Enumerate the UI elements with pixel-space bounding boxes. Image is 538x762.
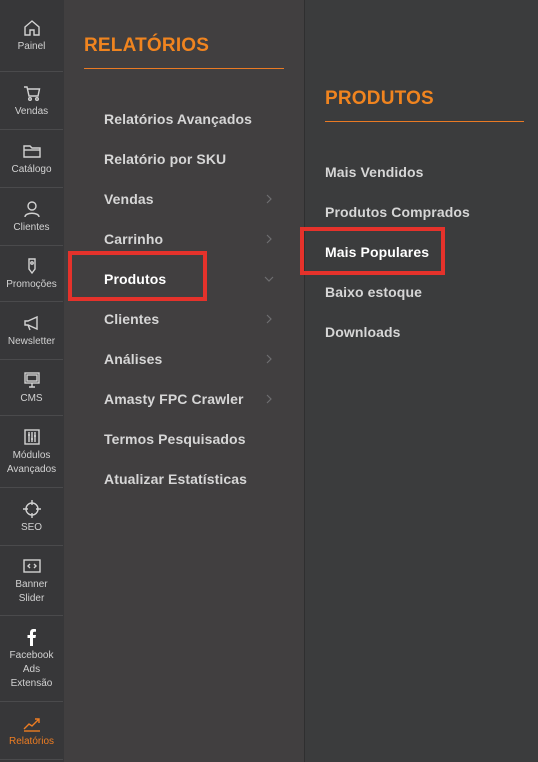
megaphone-icon bbox=[23, 315, 38, 330]
monitor-icon bbox=[23, 371, 40, 388]
rail-item-label: Catálogo bbox=[11, 163, 52, 175]
rail-item-label: Facebook Ads Extensão bbox=[9, 649, 54, 689]
rail-item-newsletter[interactable]: Newsletter bbox=[0, 302, 63, 360]
menu-item-baixo-estoque[interactable]: Baixo estoque bbox=[325, 284, 422, 300]
menu-item-atualizar-estatisticas[interactable]: Atualizar Estatísticas bbox=[104, 471, 247, 487]
rail-item-cms[interactable]: CMS bbox=[0, 360, 63, 416]
menu-item-amasty-fpc-crawler[interactable]: Amasty FPC Crawler bbox=[104, 391, 244, 407]
title-divider bbox=[325, 121, 524, 122]
rail-item-label: SEO bbox=[20, 521, 43, 533]
rail-item-label: Módulos Avançados bbox=[6, 449, 57, 475]
icon-rail: Painel Vendas Catálogo Clientes Promoçõe… bbox=[0, 0, 64, 762]
menu-item-downloads[interactable]: Downloads bbox=[325, 324, 401, 340]
rail-item-label: Newsletter bbox=[7, 335, 56, 347]
rail-item-label: Vendas bbox=[14, 105, 49, 117]
rail-item-label: Promoções bbox=[6, 278, 57, 290]
rail-item-facebook-ads[interactable]: Facebook Ads Extensão bbox=[0, 616, 63, 702]
rail-item-catalogo[interactable]: Catálogo bbox=[0, 130, 63, 188]
tag-icon bbox=[27, 257, 36, 274]
rail-item-painel[interactable]: Painel bbox=[0, 0, 63, 72]
rail-item-label: Banner Slider bbox=[15, 578, 48, 604]
code-icon bbox=[22, 558, 41, 573]
rail-item-label: CMS bbox=[20, 392, 43, 404]
reports-submenu-panel: RELATÓRIOS Relatórios Avançados Relatóri… bbox=[64, 0, 304, 762]
produtos-highlight-box bbox=[68, 251, 207, 301]
chevron-down-icon bbox=[264, 276, 274, 282]
rail-item-seo[interactable]: SEO bbox=[0, 488, 63, 546]
rail-item-banner-slider[interactable]: Banner Slider bbox=[0, 546, 63, 616]
mais-populares-highlight-box bbox=[300, 227, 445, 275]
rail-item-label: Painel bbox=[17, 40, 46, 52]
panel-title: PRODUTOS bbox=[325, 88, 434, 109]
target-icon bbox=[22, 499, 41, 518]
panel-title: RELATÓRIOS bbox=[84, 35, 210, 56]
chevron-right-icon bbox=[266, 314, 272, 324]
rail-item-clientes[interactable]: Clientes bbox=[0, 188, 63, 246]
products-submenu-panel: PRODUTOS Mais Vendidos Produtos Comprado… bbox=[305, 0, 538, 762]
chevron-right-icon bbox=[266, 234, 272, 244]
menu-item-relatorios-avancados[interactable]: Relatórios Avançados bbox=[104, 111, 252, 127]
menu-item-analises[interactable]: Análises bbox=[104, 351, 162, 367]
folder-icon bbox=[22, 144, 41, 158]
chart-icon bbox=[23, 717, 40, 732]
menu-item-relatorio-sku[interactable]: Relatório por SKU bbox=[104, 151, 226, 167]
menu-item-clientes[interactable]: Clientes bbox=[104, 311, 159, 327]
rail-item-relatorios[interactable]: Relatórios bbox=[0, 702, 63, 760]
home-icon bbox=[23, 19, 40, 36]
rail-item-modulos-avancados[interactable]: Módulos Avançados bbox=[0, 416, 63, 488]
sliders-icon bbox=[23, 428, 40, 445]
menu-item-mais-vendidos[interactable]: Mais Vendidos bbox=[325, 164, 424, 180]
chevron-right-icon bbox=[266, 194, 272, 204]
chevron-right-icon bbox=[266, 354, 272, 364]
title-divider bbox=[84, 68, 284, 69]
chevron-right-icon bbox=[266, 394, 272, 404]
rail-item-label: Clientes bbox=[13, 221, 50, 233]
menu-item-termos-pesquisados[interactable]: Termos Pesquisados bbox=[104, 431, 246, 447]
facebook-icon bbox=[27, 628, 36, 646]
menu-item-produtos-comprados[interactable]: Produtos Comprados bbox=[325, 204, 470, 220]
rail-item-promocoes[interactable]: Promoções bbox=[0, 246, 63, 302]
admin-menu: Painel Vendas Catálogo Clientes Promoçõe… bbox=[0, 0, 538, 762]
rail-item-label: Relatórios bbox=[8, 735, 55, 747]
cart-icon bbox=[23, 85, 40, 101]
menu-item-carrinho[interactable]: Carrinho bbox=[104, 231, 163, 247]
menu-item-vendas[interactable]: Vendas bbox=[104, 191, 154, 207]
person-icon bbox=[23, 200, 40, 217]
rail-item-vendas[interactable]: Vendas bbox=[0, 72, 63, 130]
